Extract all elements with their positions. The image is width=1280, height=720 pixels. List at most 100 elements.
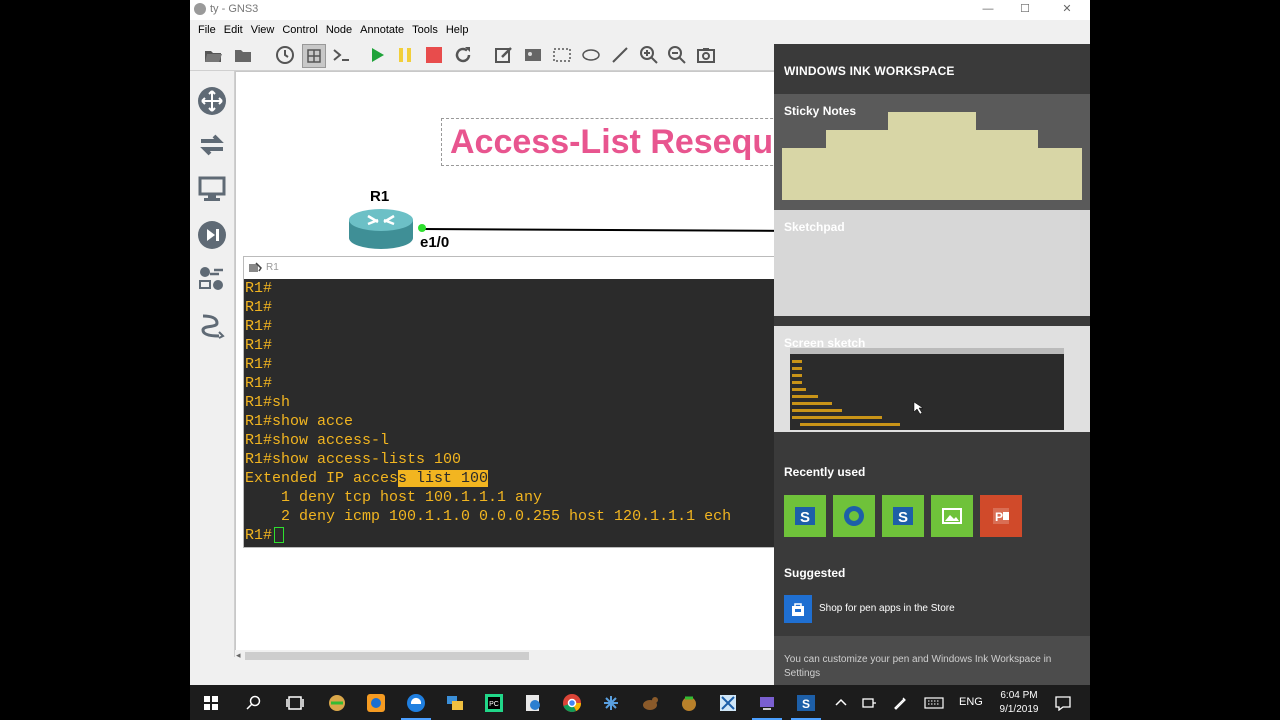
security-devices-icon[interactable]: [196, 219, 228, 251]
suggested-label: Suggested: [784, 566, 846, 580]
routers-icon[interactable]: [196, 85, 228, 117]
app-icon-4[interactable]: [600, 692, 622, 714]
store-suggestion-link[interactable]: Shop for pen apps in the Store: [819, 603, 955, 614]
canvas-horizontal-scrollbar[interactable]: ◂: [235, 650, 780, 662]
end-devices-icon[interactable]: [196, 173, 228, 205]
menu-edit[interactable]: Edit: [224, 22, 243, 36]
start-icon[interactable]: [200, 692, 222, 714]
snagit-icon[interactable]: S: [882, 495, 924, 537]
file-explorer-icon[interactable]: [444, 692, 466, 714]
chevron-up-icon[interactable]: [830, 692, 852, 714]
edge-icon[interactable]: [833, 495, 875, 537]
terminal-output[interactable]: R1# R1# R1# R1# R1# R1# R1#sh R1#show ac…: [244, 279, 784, 547]
image-icon[interactable]: [522, 44, 544, 66]
menu-file[interactable]: File: [198, 22, 216, 36]
router-label[interactable]: R1: [370, 188, 389, 205]
task-view-icon[interactable]: [284, 692, 306, 714]
title-bar: ty - GNS3 — ☐ ✕: [190, 0, 1090, 21]
zoom-out-icon[interactable]: [666, 44, 688, 66]
ellipse-icon[interactable]: [580, 44, 602, 66]
stop-icon[interactable]: [423, 44, 445, 66]
annotation-text: Access-List Reseque: [450, 123, 782, 161]
app-icon-3[interactable]: [522, 692, 544, 714]
app-icon-7[interactable]: [756, 692, 778, 714]
notification-icon[interactable]: [1052, 692, 1074, 714]
extended-prefix: Extended IP acces: [245, 470, 399, 487]
photos-icon[interactable]: [931, 495, 973, 537]
menu-bar: File Edit View Control Node Annotate Tools Help: [190, 20, 1090, 38]
snagit-icon[interactable]: S: [784, 495, 826, 537]
powerpoint-icon[interactable]: P: [980, 495, 1022, 537]
device-bar: [190, 71, 235, 657]
edge-icon[interactable]: [405, 692, 427, 714]
pycharm-icon[interactable]: PC: [483, 692, 505, 714]
port-label: e1/0: [420, 234, 450, 251]
clock-icon[interactable]: [274, 44, 296, 66]
language-indicator[interactable]: ENG: [959, 696, 983, 708]
terminal-line: R1#show access-lists 100: [245, 451, 462, 468]
keyboard-icon[interactable]: [923, 692, 945, 714]
close-button[interactable]: ✕: [1059, 2, 1075, 16]
screen-sketch-label: Screen sketch: [784, 336, 866, 350]
scroll-thumb[interactable]: [245, 652, 529, 660]
snipping-icon[interactable]: [717, 692, 739, 714]
clock-date: 9/1/2019: [999, 704, 1039, 715]
svg-text:S: S: [898, 509, 908, 526]
pause-icon[interactable]: [394, 44, 416, 66]
sticky-notes-card[interactable]: Sticky Notes: [774, 94, 1090, 210]
terminal-line: R1#: [245, 318, 273, 335]
sketchpad-card[interactable]: Sketchpad: [774, 210, 1090, 316]
add-link-icon[interactable]: [196, 309, 228, 341]
link-line[interactable]: [421, 228, 781, 232]
switches-icon[interactable]: [196, 129, 228, 161]
text-cursor: [274, 527, 285, 544]
reload-icon[interactable]: [452, 44, 474, 66]
zoom-in-icon[interactable]: [638, 44, 660, 66]
terminal-line: R1#show acce: [245, 413, 354, 430]
app-icon-6[interactable]: [678, 692, 700, 714]
pen-icon[interactable]: [889, 692, 911, 714]
menu-view[interactable]: View: [251, 22, 275, 36]
search-icon[interactable]: [243, 692, 265, 714]
sketchpad-label: Sketchpad: [784, 220, 845, 234]
console-window[interactable]: R1 R1# R1# R1# R1# R1# R1# R1#sh R1#show…: [243, 256, 785, 548]
ink-workspace-panel: WINDOWS INK WORKSPACE Sticky Notes Sketc…: [774, 44, 1090, 685]
console-title-bar[interactable]: R1: [244, 257, 784, 280]
menu-help[interactable]: Help: [446, 22, 469, 36]
console-icon[interactable]: [330, 44, 352, 66]
app-icon-2[interactable]: [365, 692, 387, 714]
rectangle-icon[interactable]: [551, 44, 573, 66]
terminal-line: R1#show access-l: [245, 432, 390, 449]
scroll-left-icon[interactable]: ◂: [236, 650, 241, 661]
screen-sketch-card[interactable]: Screen sketch: [774, 326, 1090, 432]
router-icon[interactable]: [348, 208, 414, 250]
acl-entry: 1 deny tcp host 100.1.1.1 any: [245, 489, 543, 506]
chrome-icon[interactable]: [561, 692, 583, 714]
line-icon[interactable]: [609, 44, 631, 66]
menu-tools[interactable]: Tools: [412, 22, 438, 36]
terminal-line: R1#: [245, 356, 273, 373]
annotation-note[interactable]: Access-List Reseque: [441, 118, 782, 166]
app-icon-5[interactable]: [639, 692, 661, 714]
camera-icon[interactable]: [695, 44, 717, 66]
app-icon-1[interactable]: [326, 692, 348, 714]
store-icon[interactable]: [784, 595, 812, 623]
acl-entry: 2 deny icmp 100.1.1.0 0.0.0.255 host 120…: [245, 508, 732, 525]
terminal-prompt-line[interactable]: R1#: [245, 526, 285, 545]
play-icon[interactable]: [366, 44, 388, 66]
grid-icon[interactable]: [302, 44, 326, 68]
menu-annotate[interactable]: Annotate: [360, 22, 404, 36]
menu-control[interactable]: Control: [282, 22, 317, 36]
customize-settings-text[interactable]: You can customize your pen and Windows I…: [784, 653, 1080, 681]
window-title: ty - GNS3: [210, 3, 259, 15]
snagit-icon[interactable]: S: [795, 692, 817, 714]
menu-node[interactable]: Node: [326, 22, 352, 36]
folder-icon[interactable]: [232, 44, 254, 66]
open-folder-icon[interactable]: [202, 44, 224, 66]
clock[interactable]: 6:04 PM 9/1/2019: [995, 689, 1043, 717]
network-icon[interactable]: [858, 692, 880, 714]
all-devices-icon[interactable]: [196, 263, 228, 295]
edit-note-icon[interactable]: [493, 44, 515, 66]
maximize-button[interactable]: ☐: [1017, 2, 1033, 16]
minimize-button[interactable]: —: [980, 2, 996, 16]
